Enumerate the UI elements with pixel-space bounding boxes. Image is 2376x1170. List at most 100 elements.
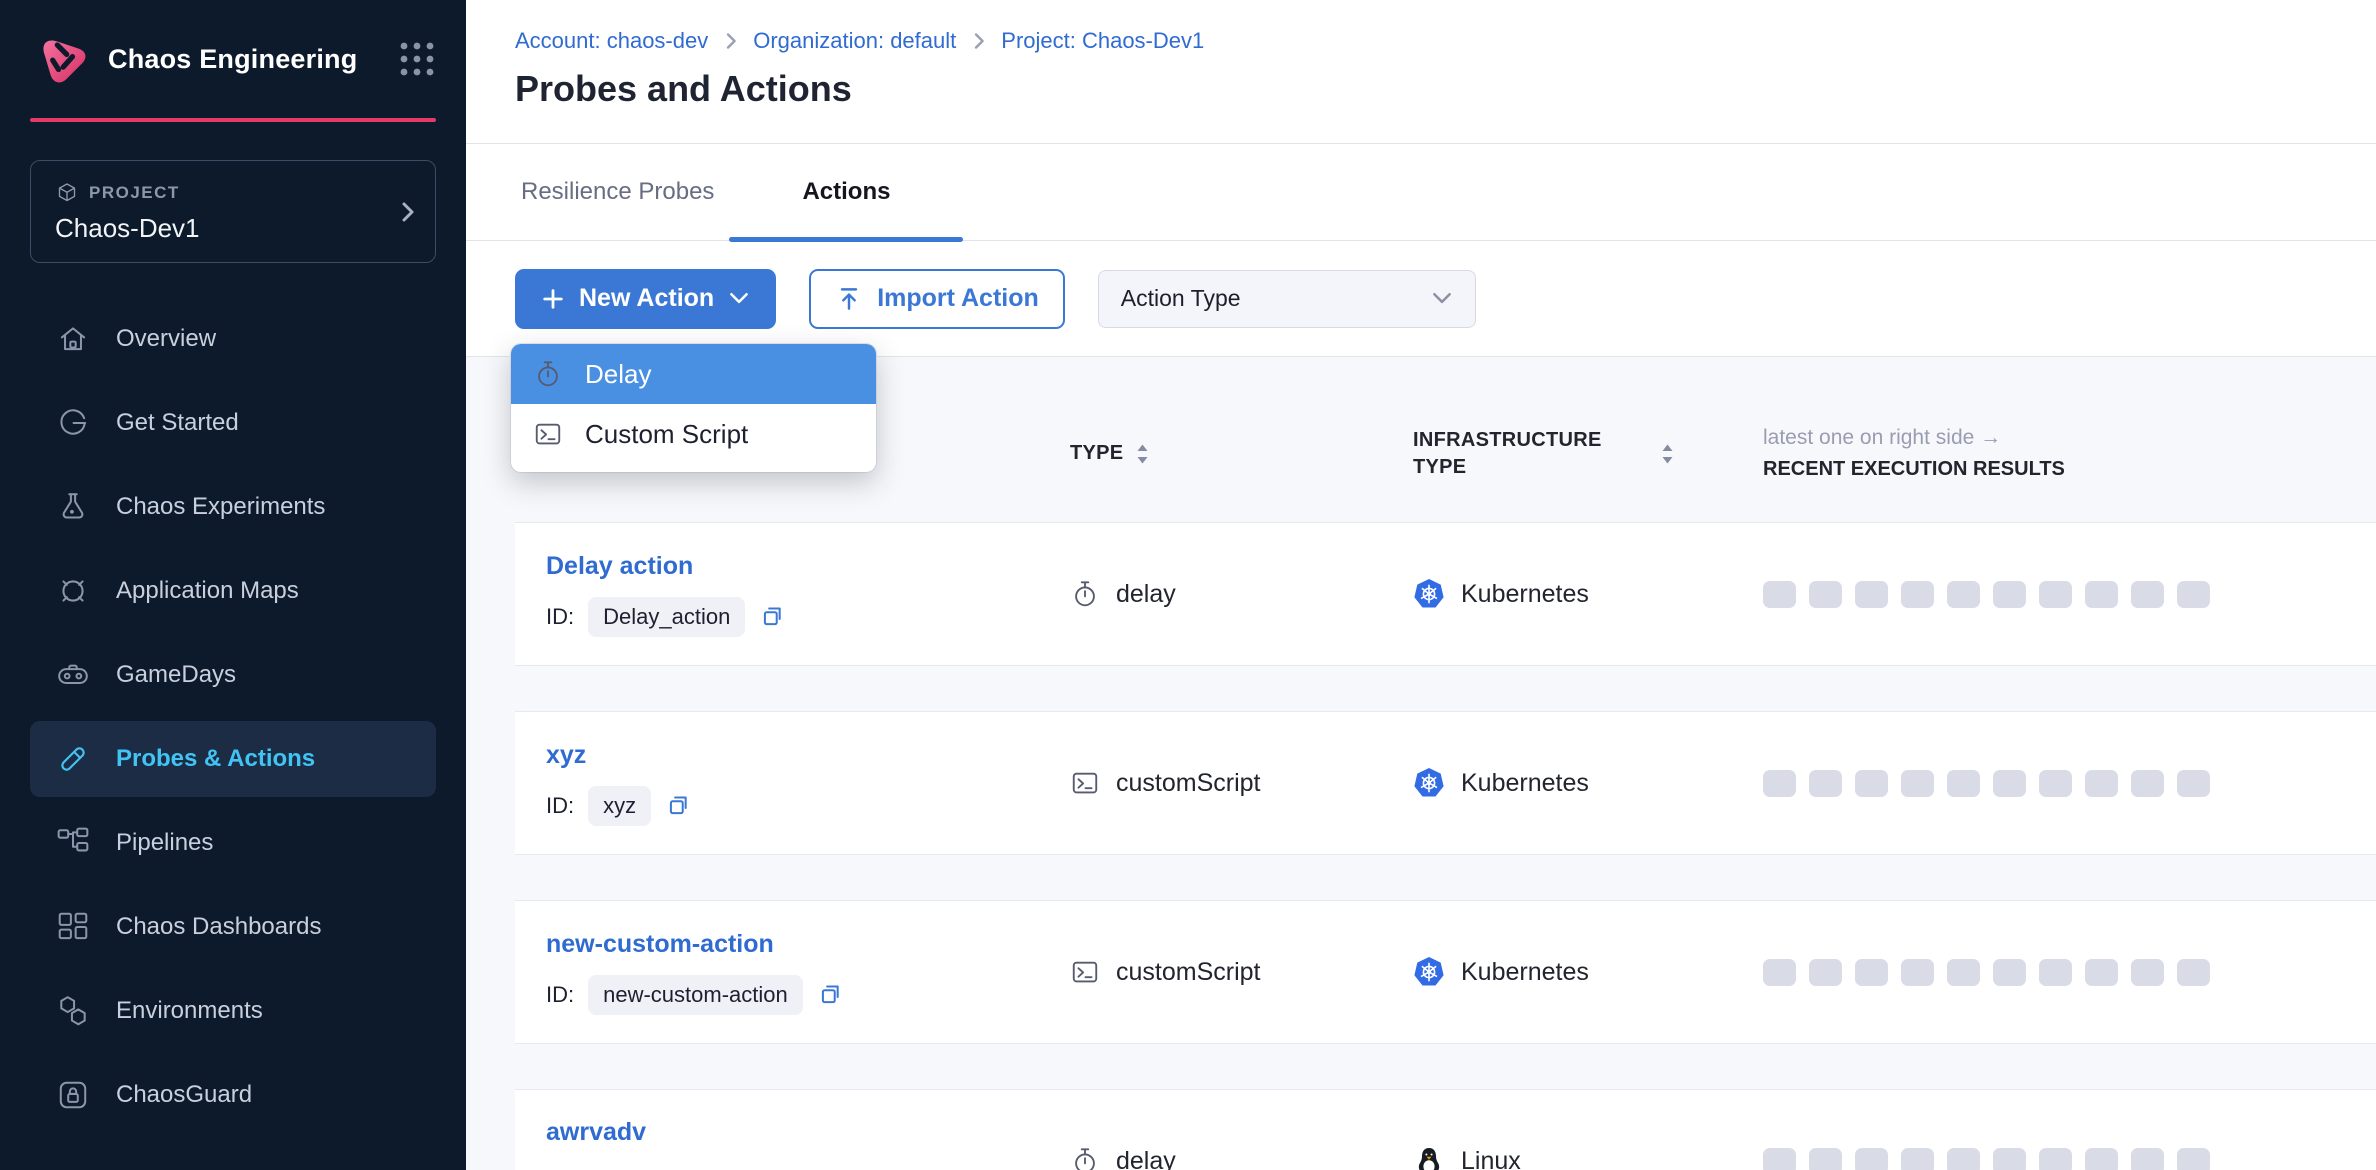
action-type-select[interactable]: Action Type — [1098, 270, 1476, 328]
lock-shield-icon — [56, 1078, 90, 1112]
chevron-right-icon — [399, 201, 415, 223]
execution-placeholder — [2177, 581, 2210, 608]
sidebar-item-overview[interactable]: Overview — [30, 301, 436, 377]
sort-icon[interactable] — [1660, 442, 1675, 466]
execution-placeholder — [1901, 1148, 1934, 1170]
actions-table: TYPE INFRASTRUCTURE TYPE latest one on r… — [466, 357, 2376, 1170]
type-value: delay — [1116, 1147, 1176, 1170]
chevron-right-icon — [972, 32, 985, 50]
get-started-icon — [56, 406, 90, 440]
new-action-label: New Action — [579, 284, 714, 313]
action-name-link[interactable]: xyz — [546, 741, 1070, 770]
breadcrumb-organization-link[interactable]: Organization: default — [753, 28, 956, 54]
sidebar-item-label: Chaos Dashboards — [116, 913, 321, 941]
sidebar-item-pipelines[interactable]: Pipelines — [30, 805, 436, 881]
execution-placeholder — [2131, 770, 2164, 797]
breadcrumb-project-link[interactable]: Project: Chaos-Dev1 — [1001, 28, 1204, 54]
copy-icon[interactable] — [759, 603, 786, 630]
execution-placeholder — [2085, 959, 2118, 986]
sidebar-item-environments[interactable]: Environments — [30, 973, 436, 1049]
import-action-label: Import Action — [877, 284, 1039, 313]
execution-placeholder — [1763, 959, 1796, 986]
sidebar-item-chaos-dashboards[interactable]: Chaos Dashboards — [30, 889, 436, 965]
execution-placeholder — [1947, 959, 1980, 986]
execution-placeholder — [1855, 959, 1888, 986]
cube-icon — [55, 181, 79, 205]
action-name-link[interactable]: Delay action — [546, 552, 1070, 581]
execution-placeholder — [1947, 1148, 1980, 1170]
sidebar-item-label: Environments — [116, 997, 263, 1025]
execution-placeholder — [2131, 1148, 2164, 1170]
action-id-value: new-custom-action — [588, 975, 803, 1015]
target-icon — [56, 574, 90, 608]
type-cell: delay — [1070, 579, 1413, 609]
pipeline-icon — [56, 826, 90, 860]
sidebar-item-label: Pipelines — [116, 829, 213, 857]
infrastructure-value: Kubernetes — [1461, 769, 1589, 798]
terminal-icon — [1070, 768, 1100, 798]
copy-icon[interactable] — [817, 981, 844, 1008]
kubernetes-icon — [1413, 578, 1445, 610]
page-header: Account: chaos-dev Organization: default… — [466, 0, 2376, 144]
action-name-link[interactable]: new-custom-action — [546, 930, 1070, 959]
plus-icon — [541, 287, 565, 311]
project-selector[interactable]: PROJECT Chaos-Dev1 — [30, 160, 436, 263]
recent-execution-results — [1763, 959, 2376, 986]
breadcrumb-account-link[interactable]: Account: chaos-dev — [515, 28, 708, 54]
infrastructure-cell: Kubernetes — [1413, 956, 1763, 988]
execution-placeholder — [2085, 581, 2118, 608]
action-name-link[interactable]: awrvadv — [546, 1118, 1070, 1147]
sidebar-item-gamedays[interactable]: GameDays — [30, 637, 436, 713]
chevron-right-icon — [724, 32, 737, 50]
execution-placeholder — [2177, 959, 2210, 986]
column-header-results: latest one on right side → RECENT EXECUT… — [1763, 426, 2376, 481]
menu-item-label: Custom Script — [585, 419, 748, 450]
execution-placeholder — [2085, 770, 2118, 797]
sidebar-item-label: ChaosGuard — [116, 1081, 252, 1109]
dashboard-grid-icon — [56, 910, 90, 944]
execution-placeholder — [1809, 581, 1842, 608]
kubernetes-icon — [1413, 767, 1445, 799]
action-id-value: Delay_action — [588, 597, 745, 637]
sidebar-item-chaosguard[interactable]: ChaosGuard — [30, 1057, 436, 1133]
menu-item-custom-script[interactable]: Custom Script — [511, 404, 876, 464]
execution-placeholder — [1809, 1148, 1842, 1170]
type-value: delay — [1116, 580, 1176, 609]
menu-item-delay[interactable]: Delay — [511, 344, 876, 404]
type-cell: customScript — [1070, 768, 1413, 798]
sidebar-item-chaos-experiments[interactable]: Chaos Experiments — [30, 469, 436, 545]
chevron-down-icon — [1431, 290, 1453, 307]
id-label: ID: — [546, 793, 574, 819]
execution-placeholder — [1855, 770, 1888, 797]
execution-placeholder — [2131, 581, 2164, 608]
copy-icon[interactable] — [665, 792, 692, 819]
execution-placeholder — [2177, 770, 2210, 797]
gamepad-icon — [56, 658, 90, 692]
app-switcher-grid-icon[interactable] — [398, 40, 436, 78]
sidebar-item-application-maps[interactable]: Application Maps — [30, 553, 436, 629]
app-title: Chaos Engineering — [108, 44, 380, 75]
infrastructure-cell: Kubernetes — [1413, 767, 1763, 799]
action-row-new-custom-action: new-custom-action ID: new-custom-action … — [515, 900, 2376, 1044]
execution-placeholder — [1901, 770, 1934, 797]
sidebar-item-get-started[interactable]: Get Started — [30, 385, 436, 461]
execution-placeholder — [2039, 1148, 2072, 1170]
sidebar-item-probes-actions[interactable]: Probes & Actions — [30, 721, 436, 797]
sidebar-item-label: Probes & Actions — [116, 745, 315, 773]
upload-icon — [835, 285, 863, 313]
execution-placeholder — [1855, 1148, 1888, 1170]
kubernetes-icon — [1413, 956, 1445, 988]
project-label: PROJECT — [89, 183, 180, 203]
infrastructure-cell: Kubernetes — [1413, 578, 1763, 610]
tab-actions[interactable]: Actions — [729, 144, 963, 240]
action-row-awrvadv: awrvadv delay Linux — [515, 1089, 2376, 1170]
sort-icon[interactable] — [1135, 442, 1150, 466]
import-action-button[interactable]: Import Action — [809, 269, 1065, 329]
tab-resilience-probes[interactable]: Resilience Probes — [515, 144, 729, 240]
sidebar-header: Chaos Engineering — [0, 0, 466, 118]
results-note: latest one on right side → — [1763, 426, 2376, 450]
new-action-button[interactable]: New Action — [515, 269, 776, 329]
execution-placeholder — [2039, 581, 2072, 608]
tab-label: Actions — [802, 178, 890, 206]
execution-placeholder — [2131, 959, 2164, 986]
